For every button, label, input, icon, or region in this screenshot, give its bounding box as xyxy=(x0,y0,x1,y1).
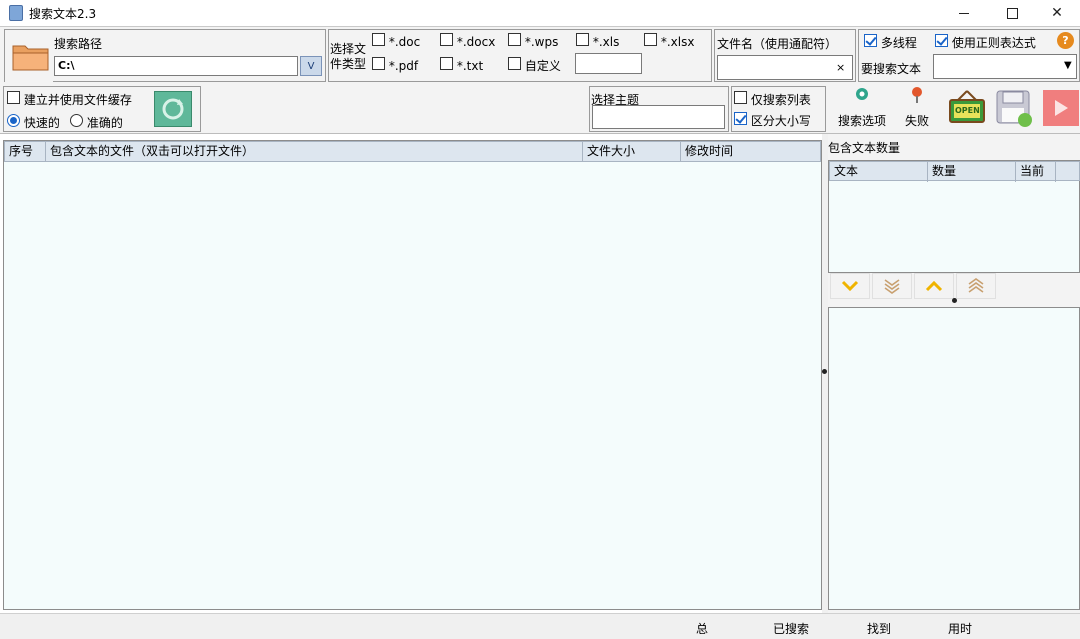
refresh-icon xyxy=(162,98,184,120)
radio[interactable] xyxy=(7,114,20,127)
filetype-custom[interactable]: 自定义 xyxy=(508,57,561,74)
search-path-label: 搜索路径 xyxy=(54,37,103,51)
search-text-label: 要搜索文本 xyxy=(861,62,922,76)
clear-icon[interactable]: × xyxy=(836,61,845,74)
checkbox[interactable] xyxy=(372,33,385,46)
checkbox[interactable] xyxy=(734,112,747,125)
col-modified[interactable]: 修改时间 xyxy=(681,142,822,162)
file-type-label: 选择文 件类型 xyxy=(330,42,367,71)
filetype-doc[interactable]: *.doc xyxy=(372,33,420,49)
regex-option[interactable]: 使用正则表达式 xyxy=(935,34,1036,51)
chevron-down-icon: V xyxy=(307,60,315,72)
radio[interactable] xyxy=(70,114,83,127)
splitter-grip xyxy=(822,369,827,374)
checkbox[interactable] xyxy=(935,34,948,47)
custom-type-input[interactable] xyxy=(575,53,642,74)
maximize-button[interactable] xyxy=(989,0,1035,26)
filetype-pdf[interactable]: *.pdf xyxy=(372,57,418,73)
filename-label: 文件名（使用通配符） xyxy=(717,37,838,51)
gear-icon xyxy=(856,88,868,100)
status-total: 总 xyxy=(696,622,709,636)
filetype-wps[interactable]: *.wps xyxy=(508,33,558,49)
save-icon xyxy=(996,90,1032,127)
previous-button[interactable] xyxy=(914,273,954,299)
start-button[interactable] xyxy=(1040,84,1080,132)
checkbox[interactable] xyxy=(440,33,453,46)
checkbox[interactable] xyxy=(576,33,589,46)
last-button[interactable] xyxy=(872,273,912,299)
col-current[interactable]: 当前 xyxy=(1016,162,1056,182)
count-title: 包含文本数量 xyxy=(828,141,901,155)
help-icon[interactable]: ? xyxy=(1057,32,1074,49)
open-label: OPEN xyxy=(955,106,980,115)
minimize-button[interactable] xyxy=(941,0,987,26)
status-bar xyxy=(0,613,1080,639)
first-button[interactable] xyxy=(956,273,996,299)
open-button[interactable]: OPEN xyxy=(943,84,990,132)
checkbox[interactable] xyxy=(508,33,521,46)
checkbox[interactable] xyxy=(440,57,453,70)
app-icon xyxy=(9,5,23,21)
double-chevron-down-icon xyxy=(884,279,900,294)
theme-input[interactable] xyxy=(592,105,725,129)
checkbox[interactable] xyxy=(508,57,521,70)
fast-radio[interactable]: 快速的 xyxy=(7,114,60,131)
results-list[interactable] xyxy=(3,140,822,610)
search-options-button[interactable]: 搜索选项 xyxy=(830,84,892,132)
window-title: 搜索文本2.3 xyxy=(29,7,97,21)
filetype-xlsx[interactable]: *.xlsx xyxy=(644,33,694,49)
title-bar xyxy=(0,0,1080,26)
col-index[interactable]: 序号 xyxy=(5,142,46,162)
double-chevron-up-icon xyxy=(968,278,984,293)
folder-icon xyxy=(12,45,49,71)
status-searched: 已搜索 xyxy=(773,622,810,636)
filetype-txt[interactable]: *.txt xyxy=(440,57,483,73)
case-sensitive-option[interactable]: 区分大小写 xyxy=(734,112,811,129)
play-icon xyxy=(1043,90,1079,126)
accurate-radio[interactable]: 准确的 xyxy=(70,114,123,131)
search-text-combobox[interactable] xyxy=(933,54,1077,79)
count-header: 文本 数量 当前 xyxy=(829,161,1080,182)
chevron-down-icon xyxy=(841,280,859,292)
failed-button[interactable]: 失败 xyxy=(893,84,941,132)
splitter-grip xyxy=(952,298,957,303)
status-found: 找到 xyxy=(867,622,892,636)
results-header: 序号 包含文本的文件（双击可以打开文件） 文件大小 修改时间 xyxy=(4,141,821,162)
chevron-up-icon xyxy=(925,280,943,292)
path-dropdown-button[interactable]: V xyxy=(300,56,322,76)
save-button[interactable] xyxy=(991,84,1039,132)
filetype-xls[interactable]: *.xls xyxy=(576,33,619,49)
checkbox[interactable] xyxy=(644,33,657,46)
checkbox[interactable] xyxy=(864,34,877,47)
multithread-option[interactable]: 多线程 xyxy=(864,34,917,51)
detail-panel[interactable] xyxy=(828,307,1080,610)
search-path-input[interactable]: C:\ xyxy=(54,56,298,76)
col-text[interactable]: 文本 xyxy=(830,162,928,182)
filetype-docx[interactable]: *.docx xyxy=(440,33,495,49)
checkbox[interactable] xyxy=(734,91,747,104)
checkbox[interactable] xyxy=(7,91,20,104)
refresh-cache-button[interactable] xyxy=(154,91,192,127)
next-button[interactable] xyxy=(830,273,870,299)
filename-input[interactable] xyxy=(717,55,853,80)
cache-option[interactable]: 建立并使用文件缓存 xyxy=(7,91,132,108)
close-button[interactable]: ✕ xyxy=(1034,0,1080,26)
col-size[interactable]: 文件大小 xyxy=(583,142,681,162)
col-count[interactable]: 数量 xyxy=(928,162,1016,182)
list-only-option[interactable]: 仅搜索列表 xyxy=(734,91,811,108)
checkbox[interactable] xyxy=(372,57,385,70)
pin-icon xyxy=(912,87,922,103)
col-file[interactable]: 包含文本的文件（双击可以打开文件） xyxy=(46,142,583,162)
chevron-down-icon[interactable]: ▼ xyxy=(1064,60,1072,71)
status-elapsed: 用时 xyxy=(948,622,973,636)
